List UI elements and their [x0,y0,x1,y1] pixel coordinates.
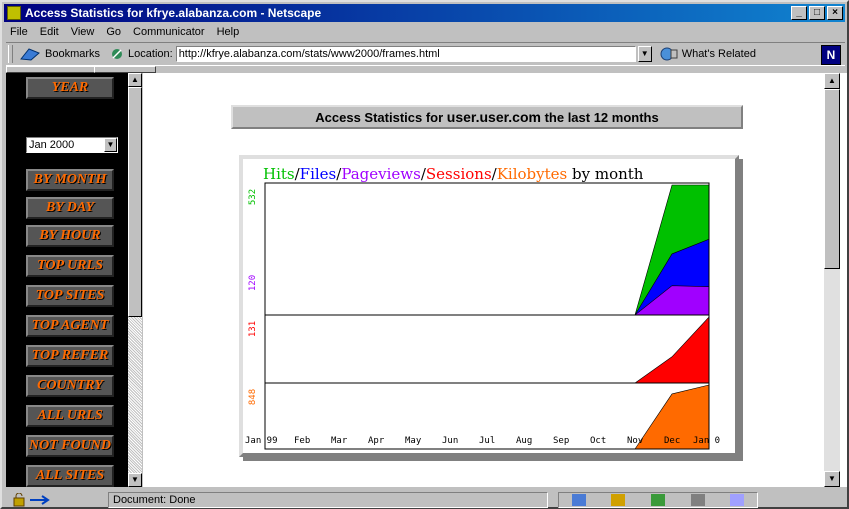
nav-all-sites[interactable]: ALL SITES [26,465,114,487]
maximize-button[interactable]: □ [809,6,825,20]
series-area-sessions [265,316,710,384]
chart-title-part: by month [567,165,644,183]
menu-go[interactable]: Go [106,26,121,38]
nav-top-urls[interactable]: TOP URLS [26,255,114,277]
menu-bar: File Edit View Go Communicator Help [6,24,247,40]
netscape-logo[interactable]: N [821,45,841,65]
chevron-down-icon[interactable]: ▼ [104,138,117,152]
toolbar-tabs [6,65,847,73]
x-tick-label: Feb [294,436,310,446]
component-bar [558,492,758,508]
content-scrollbar[interactable]: ▲ ▼ [824,73,840,487]
nav-top-agent[interactable]: TOP AGENT [26,315,114,337]
x-tick-label: May [405,436,422,446]
nav-scrollbar[interactable]: ▲ ▼ [128,73,142,487]
address-book-icon[interactable] [690,494,705,506]
month-select[interactable]: Jan 2000 ▼ [26,137,118,153]
year-button[interactable]: YEAR [26,77,114,99]
x-tick-label: Dec [664,436,680,446]
panel-max-label: 131 [248,321,258,337]
nav-by-month[interactable]: BY MONTH [26,169,114,191]
banner-prefix: Access Statistics for [315,110,447,125]
x-tick-label: Jan 99 [245,436,278,446]
status-text: Document: Done [113,494,196,506]
scroll-up-button[interactable]: ▲ [128,73,142,87]
scroll-up-button[interactable]: ▲ [824,73,840,89]
menu-file[interactable]: File [10,26,28,38]
status-text-cell: Document: Done [108,492,548,508]
content-frame: Access Statistics for user.user.com the … [143,73,847,487]
nav-all-urls[interactable]: ALL URLS [26,405,114,427]
x-tick-label: Jun [442,436,458,446]
location-toolbar: Bookmarks Location: http://kfrye.alabanz… [6,42,845,66]
window-title: Access Statistics for kfrye.alabanza.com… [25,6,322,20]
scroll-down-button[interactable]: ▼ [128,473,142,487]
x-tick-label: Jul [479,436,495,446]
panel-max-label: 848 [248,389,258,405]
chart-title-part: Hits [263,165,295,183]
menu-edit[interactable]: Edit [40,26,59,38]
month-select-value: Jan 2000 [29,139,75,151]
panel-max-label: 532 [248,189,258,205]
banner-site: user.user.com [446,109,541,125]
chart-svg: Hits/Files/Pageviews/Sessions/Kilobytes … [245,165,720,450]
x-tick-label: Oct [590,436,606,446]
minimize-button[interactable]: _ [791,6,807,20]
status-bar: Document: Done [6,491,847,509]
banner-suffix: the last 12 months [540,110,659,125]
x-tick-label: Jan 0 [693,436,720,446]
nav-by-day[interactable]: BY DAY [26,197,114,219]
stats-chart: Hits/Files/Pageviews/Sessions/Kilobytes … [239,155,739,457]
scroll-thumb[interactable] [824,89,840,269]
x-tick-label: Mar [331,436,348,446]
panel-mid-label: 120 [248,275,258,291]
whats-related-label: What's Related [681,48,756,60]
menu-view[interactable]: View [71,26,95,38]
location-input[interactable]: http://kfrye.alabanza.com/stats/www2000/… [175,46,636,62]
navigator-icon[interactable] [571,494,586,506]
toolbar-grip[interactable] [8,45,13,63]
mail-icon[interactable] [611,494,626,506]
panel-frame [264,314,710,384]
browser-window: Access Statistics for kfrye.alabanza.com… [0,0,849,509]
location-icon[interactable] [110,47,124,61]
series-area-hits [265,184,710,316]
chart-title-part: Pageviews [341,165,421,183]
composer-icon[interactable] [730,494,745,506]
location-dropdown-button[interactable]: ▼ [637,46,652,62]
bookmarks-icon[interactable] [19,47,41,61]
nav-top-refer[interactable]: TOP REFER [26,345,114,367]
menu-communicator[interactable]: Communicator [133,26,205,38]
chart-title-part: Files [300,165,337,183]
chart-title-part: Kilobytes [497,165,568,183]
newsgroups-icon[interactable] [650,494,665,506]
netscape-app-icon[interactable] [7,6,21,20]
page-banner: Access Statistics for user.user.com the … [231,105,743,129]
close-button[interactable]: × [827,6,843,20]
series-area-files [265,238,710,316]
security-lock-icon[interactable] [12,493,52,507]
x-tick-label: Apr [368,436,385,446]
nav-top-sites[interactable]: TOP SITES [26,285,114,307]
scroll-track[interactable] [128,317,142,473]
whats-related-button[interactable]: What's Related [660,47,756,61]
x-tick-label: Aug [516,436,532,446]
bookmarks-button[interactable]: Bookmarks [45,48,100,60]
whats-related-icon [660,47,678,61]
chart-title-part: Sessions [426,165,492,183]
nav-country[interactable]: COUNTRY [26,375,114,397]
toolbar-tab-1[interactable] [6,66,96,73]
title-bar[interactable]: Access Statistics for kfrye.alabanza.com… [4,4,845,22]
nav-by-hour[interactable]: BY HOUR [26,225,114,247]
nav-not-found[interactable]: NOT FOUND [26,435,114,457]
nav-frame: YEAR Jan 2000 ▼ BY MONTH BY DAY BY HOUR … [6,73,142,487]
scroll-thumb[interactable] [128,87,142,317]
toolbar-tab-2[interactable] [94,66,156,73]
chart-title: Hits/Files/Pageviews/Sessions/Kilobytes … [263,165,644,183]
x-tick-label: Sep [553,436,569,446]
x-tick-label: Nov [627,436,643,446]
scroll-down-button[interactable]: ▼ [824,471,840,487]
location-label: Location: [128,48,173,60]
menu-help[interactable]: Help [217,26,240,38]
